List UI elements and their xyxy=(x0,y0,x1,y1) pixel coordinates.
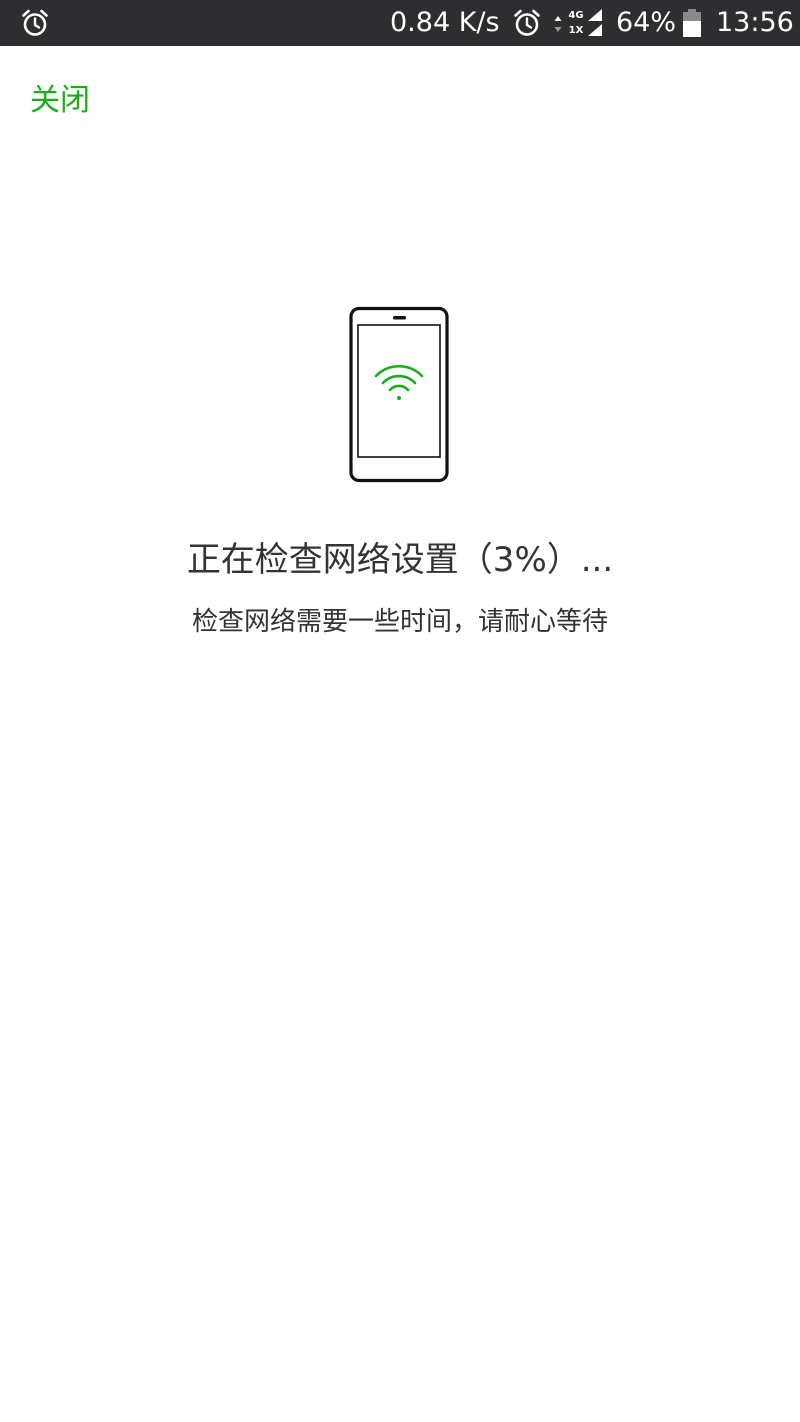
battery-icon xyxy=(683,9,701,37)
alarm-clock-icon xyxy=(22,9,48,36)
status-title: 正在检查网络设置（3%）... xyxy=(186,540,614,580)
phone-wifi-icon xyxy=(349,306,449,483)
clock-time: 13:56 xyxy=(716,7,794,38)
network-type-1x: 1X xyxy=(568,25,584,36)
status-subtitle: 检查网络需要一些时间，请耐心等待 xyxy=(191,607,608,637)
network-speed: 0.84 K/s xyxy=(390,7,500,38)
network-type-4g: 4G xyxy=(568,10,584,21)
data-activity-icon xyxy=(554,16,562,32)
alarm-clock-icon xyxy=(514,9,540,36)
signal-strength-icon xyxy=(588,9,602,36)
network-type: 4G 1X xyxy=(568,8,584,38)
wifi-icon xyxy=(374,365,424,400)
close-button[interactable]: 关闭 xyxy=(30,80,90,122)
status-bar: 0.84 K/s 4G 1X 64% 13:56 xyxy=(0,0,800,46)
battery-percent: 64% xyxy=(616,7,677,38)
battery-fill xyxy=(683,21,701,37)
